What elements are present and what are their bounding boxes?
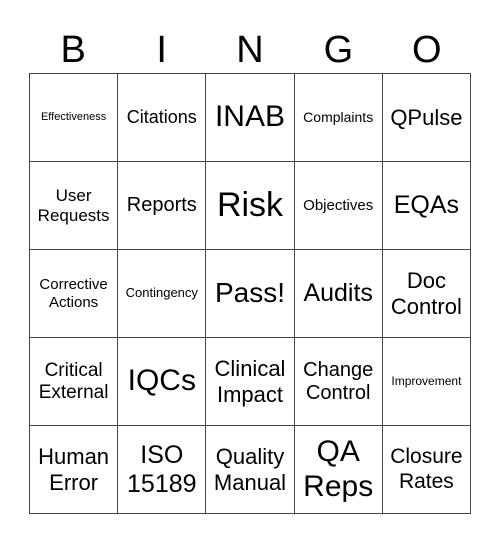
bingo-cell[interactable]: IQCs (118, 338, 207, 426)
bingo-cell-label: Reports (126, 194, 197, 216)
bingo-cell[interactable]: EQAs (382, 162, 471, 250)
bingo-grid: Effectiveness Citations INAB Complaints QPul… (29, 73, 471, 514)
bingo-cell[interactable]: Contingency (118, 250, 207, 338)
bingo-cell-label: QPulse (390, 104, 463, 130)
bingo-cell[interactable]: Critical External (30, 338, 119, 426)
bingo-cell[interactable]: Audits (294, 250, 383, 338)
bingo-cell[interactable]: Quality Manual (206, 426, 295, 514)
bingo-cell-label: Citations (126, 107, 197, 128)
header-letter-i: I (156, 29, 167, 71)
bingo-cell[interactable]: Objectives (294, 162, 383, 250)
bingo-cell-label: Complaints (303, 109, 374, 126)
bingo-header: B I N G O (29, 27, 471, 73)
bingo-cell-label: User Requests (37, 185, 110, 225)
bingo-cell[interactable]: Complaints (294, 74, 383, 162)
bingo-cell-label: Contingency (125, 285, 198, 301)
bingo-cell[interactable]: Doc Control (382, 250, 471, 338)
bingo-cell-label: IQCs (127, 364, 196, 398)
bingo-cell[interactable]: Reports (118, 162, 207, 250)
bingo-cell-label: Objectives (303, 196, 374, 214)
bingo-cell[interactable]: User Requests (30, 162, 119, 250)
bingo-cell[interactable]: Effectiveness (30, 74, 119, 162)
bingo-cell[interactable]: Closure Rates (382, 426, 471, 514)
bingo-cell-label: Clinical Impact (214, 356, 286, 407)
bingo-cell-label: Effectiveness (40, 111, 107, 124)
bingo-cell-label: Closure Rates (390, 445, 463, 493)
header-letter-b: B (60, 29, 86, 71)
header-letter-g: G (323, 29, 354, 71)
bingo-cell[interactable]: Risk (206, 162, 295, 250)
bingo-cell-label: ISO 15189 (127, 440, 197, 498)
bingo-cell[interactable]: Pass! (206, 250, 295, 338)
bingo-cell-label: EQAs (393, 191, 460, 220)
bingo-cell[interactable]: Clinical Impact (206, 338, 295, 426)
bingo-cell-label: Improvement (391, 373, 462, 388)
bingo-cell[interactable]: QPulse (382, 74, 471, 162)
bingo-cell-label: Pass! (214, 277, 285, 309)
bingo-cell-label: Quality Manual (213, 444, 287, 495)
bingo-cell-label: Doc Control (390, 268, 462, 319)
header-letter-o: O (412, 29, 442, 71)
header-letter-n: N (236, 29, 264, 71)
bingo-cell-label: Corrective Actions (39, 276, 108, 311)
bingo-cell-label: Change Control (303, 358, 374, 404)
bingo-cell-label: INAB (214, 100, 285, 134)
bingo-cell-label: Human Error (38, 444, 110, 495)
bingo-cell[interactable]: Corrective Actions (30, 250, 119, 338)
bingo-cell[interactable]: Human Error (30, 426, 119, 514)
bingo-cell[interactable]: INAB (206, 74, 295, 162)
bingo-cell[interactable]: Improvement (382, 338, 471, 426)
bingo-cell[interactable]: Citations (118, 74, 207, 162)
bingo-cell-label: QA Reps (303, 435, 374, 503)
bingo-cell[interactable]: QA Reps (294, 426, 383, 514)
bingo-cell[interactable]: Change Control (294, 338, 383, 426)
bingo-cell-label: Risk (216, 185, 284, 224)
bingo-cell-label: Audits (303, 279, 373, 308)
bingo-cell[interactable]: ISO 15189 (118, 426, 207, 514)
bingo-cell-label: Critical External (38, 359, 109, 403)
